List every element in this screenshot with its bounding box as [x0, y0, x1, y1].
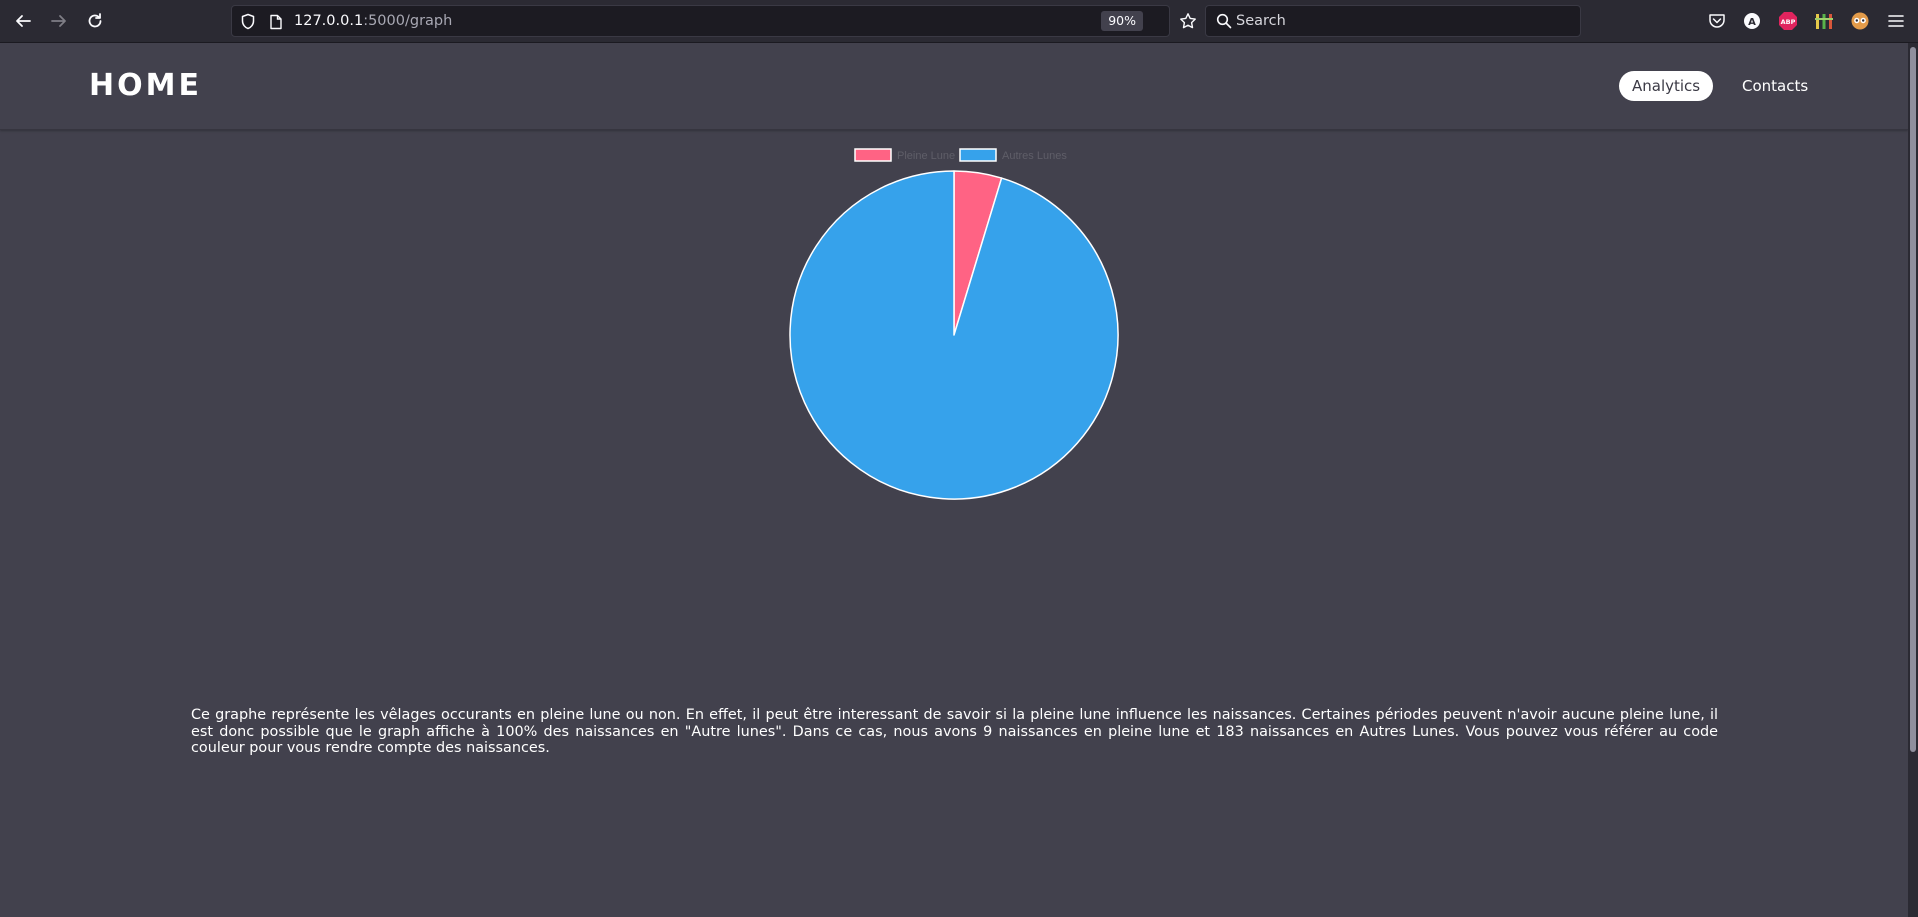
- back-icon: [16, 15, 31, 27]
- extension-bars-icon[interactable]: [1814, 11, 1834, 31]
- account-icon[interactable]: A: [1742, 11, 1762, 31]
- reload-button[interactable]: [80, 7, 110, 35]
- extension-face-icon[interactable]: [1850, 11, 1870, 31]
- browser-toolbar: 127.0.0.1:5000/graph 90% Search A ABP: [0, 0, 1918, 43]
- reload-icon: [88, 13, 102, 28]
- home-link[interactable]: HOME: [89, 68, 202, 103]
- forward-button[interactable]: [44, 7, 74, 35]
- search-input[interactable]: Search: [1236, 13, 1286, 29]
- menu-icon[interactable]: [1886, 11, 1906, 31]
- url-text[interactable]: 127.0.0.1:5000/graph: [294, 13, 452, 29]
- nav-analytics[interactable]: Analytics: [1619, 71, 1714, 101]
- svg-text:A: A: [1748, 17, 1756, 28]
- url-host: 127.0.0.1: [294, 13, 364, 29]
- pie-slice-autres-lunes[interactable]: [789, 170, 1119, 500]
- legend-swatch: [854, 148, 892, 162]
- legend-swatch: [959, 148, 997, 162]
- page-icon[interactable]: [269, 14, 283, 30]
- legend-item[interactable]: Pleine Lune: [854, 148, 955, 162]
- pie-chart: Pleine Lune Autres Lunes: [780, 140, 1125, 510]
- vertical-scrollbar[interactable]: [1908, 43, 1918, 917]
- forward-icon: [51, 15, 66, 27]
- back-button[interactable]: [8, 7, 38, 35]
- pie-chart-svg: Pleine Lune Autres Lunes: [789, 148, 1119, 500]
- svg-text:ABP: ABP: [1781, 18, 1796, 26]
- scrollbar-thumb[interactable]: [1910, 47, 1916, 752]
- search-bar[interactable]: Search: [1205, 5, 1581, 37]
- url-path: :5000/graph: [363, 13, 453, 29]
- legend-label: Pleine Lune: [897, 150, 955, 162]
- zoom-level-badge[interactable]: 90%: [1101, 11, 1143, 31]
- star-icon[interactable]: [1179, 12, 1197, 30]
- site-header: HOME Analytics Contacts: [0, 43, 1908, 130]
- nav-contacts[interactable]: Contacts: [1742, 71, 1808, 101]
- legend-item[interactable]: Autres Lunes: [959, 148, 1067, 162]
- search-icon: [1216, 13, 1232, 29]
- url-bar[interactable]: 127.0.0.1:5000/graph 90%: [231, 5, 1196, 37]
- adblock-icon[interactable]: ABP: [1778, 11, 1798, 31]
- shield-icon[interactable]: [240, 13, 256, 30]
- pocket-icon[interactable]: [1707, 11, 1727, 31]
- legend-label: Autres Lunes: [1002, 150, 1067, 162]
- chart-description: Ce graphe représente les vêlages occuran…: [191, 707, 1718, 757]
